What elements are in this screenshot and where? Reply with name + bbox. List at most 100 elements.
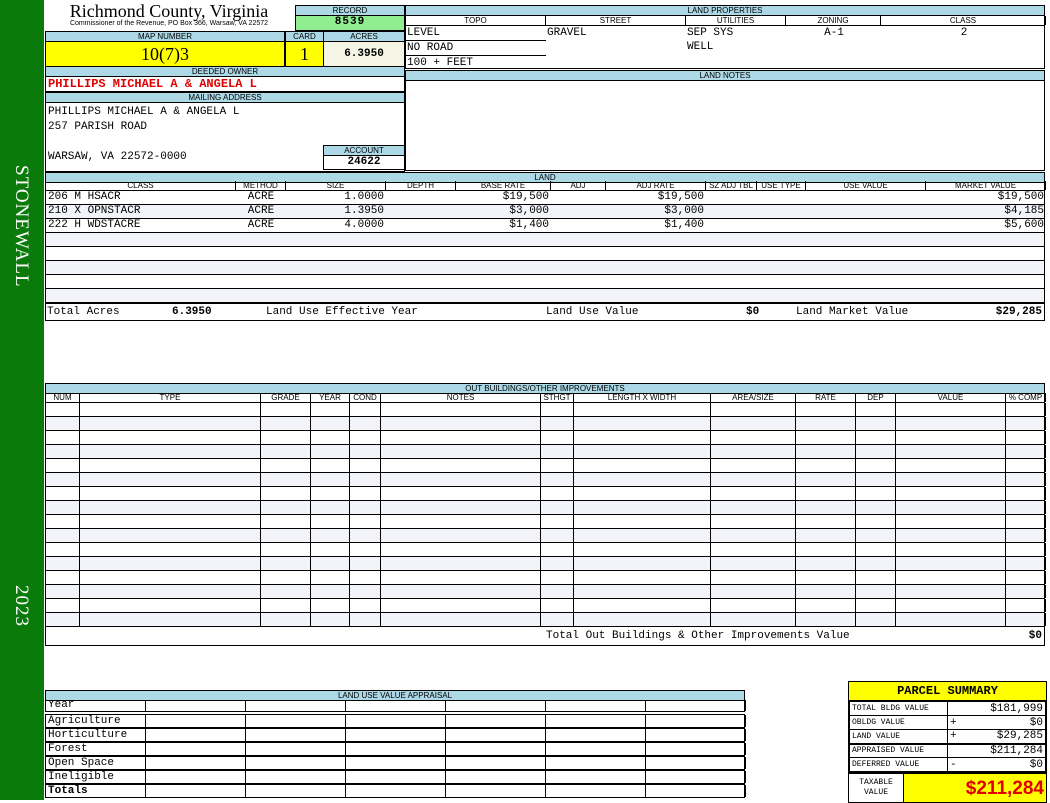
table-cell xyxy=(896,529,1006,542)
land-use-totals-row: Totals xyxy=(45,784,746,798)
table-cell xyxy=(856,459,896,472)
table-cell: $19,500 xyxy=(657,191,704,203)
table-cell xyxy=(146,700,246,711)
table-cell xyxy=(551,247,606,260)
table-cell xyxy=(381,571,541,584)
table-cell xyxy=(246,700,346,711)
table-cell xyxy=(46,403,80,416)
table-cell xyxy=(711,417,796,430)
table-cell xyxy=(551,191,606,204)
table-cell xyxy=(261,613,311,626)
table-cell xyxy=(80,487,261,500)
map-number-box: MAP NUMBER 10(7)3 xyxy=(45,31,285,67)
table-cell xyxy=(574,473,711,486)
table-cell xyxy=(80,529,261,542)
table-cell xyxy=(261,557,311,570)
table-cell xyxy=(896,515,1006,528)
table-cell xyxy=(711,571,796,584)
table-cell xyxy=(1006,445,1046,458)
table-cell xyxy=(896,487,1006,500)
summary-value-cell: + $29,285 xyxy=(947,729,1046,744)
table-cell xyxy=(896,473,1006,486)
table-cell xyxy=(386,219,456,232)
table-cell xyxy=(1006,543,1046,556)
table-row xyxy=(45,613,1046,627)
table-cell xyxy=(381,487,541,500)
table-cell xyxy=(311,501,350,514)
table-cell xyxy=(574,585,711,598)
table-cell xyxy=(757,191,806,204)
table-cell xyxy=(346,785,446,797)
table-cell xyxy=(311,599,350,612)
table-cell xyxy=(541,599,574,612)
table-cell xyxy=(796,473,856,486)
outbuildings-total: Total Out Buildings & Other Improvements… xyxy=(45,627,1045,646)
table-cell xyxy=(896,613,1006,626)
table-cell xyxy=(1006,501,1046,514)
land-properties-col-utilities: UTILITIES xyxy=(686,16,786,25)
table-cell xyxy=(346,771,446,783)
table-cell xyxy=(46,529,80,542)
column-header: VALUE xyxy=(896,393,1006,402)
table-cell xyxy=(896,403,1006,416)
column-header: ADJ RATE xyxy=(606,181,706,190)
table-cell xyxy=(646,771,746,783)
land-use-row: Agriculture xyxy=(45,714,746,728)
column-header: COND xyxy=(350,393,381,402)
outbuildings-total-value: $0 xyxy=(1028,630,1042,642)
table-cell xyxy=(856,543,896,556)
table-cell xyxy=(711,501,796,514)
table-cell xyxy=(46,473,80,486)
table-cell xyxy=(311,543,350,556)
column-header: STHGT xyxy=(541,393,574,402)
table-cell xyxy=(236,261,286,274)
table-cell xyxy=(856,487,896,500)
account-label: ACCOUNT xyxy=(323,145,405,156)
table-cell xyxy=(546,729,646,741)
table-cell xyxy=(236,247,286,260)
table-cell xyxy=(381,417,541,430)
table-cell xyxy=(311,431,350,444)
column-header: % COMP xyxy=(1006,393,1046,402)
table-cell xyxy=(796,417,856,430)
parcel-summary-row: APPRAISED VALUE $211,284 xyxy=(849,743,1046,758)
table-cell xyxy=(551,289,606,302)
land-properties-street: GRAVEL xyxy=(546,26,686,40)
table-cell xyxy=(286,261,386,274)
topo-value: NO ROAD xyxy=(406,41,546,56)
row-label: Totals xyxy=(46,785,146,797)
column-header: SIZE xyxy=(286,181,386,190)
table-row xyxy=(45,585,1046,599)
table-cell xyxy=(757,247,806,260)
column-header: GRADE xyxy=(261,393,311,402)
land-properties-class: 2 xyxy=(881,26,1046,40)
table-cell xyxy=(806,289,926,302)
table-cell xyxy=(574,613,711,626)
table-cell xyxy=(711,473,796,486)
card-box: CARD 1 xyxy=(285,31,324,67)
table-cell xyxy=(551,233,606,246)
table-cell xyxy=(346,715,446,727)
table-cell xyxy=(46,501,80,514)
table-cell xyxy=(896,417,1006,430)
acres-label: ACRES xyxy=(323,31,405,42)
table-cell xyxy=(796,599,856,612)
table-cell xyxy=(541,557,574,570)
table-cell xyxy=(606,247,706,260)
tax-year: 2023 xyxy=(11,585,32,627)
table-cell xyxy=(146,771,246,783)
table-cell xyxy=(446,700,546,711)
table-cell xyxy=(711,529,796,542)
table-cell xyxy=(541,459,574,472)
table-cell xyxy=(311,459,350,472)
table-cell xyxy=(606,261,706,274)
table-cell xyxy=(386,289,456,302)
table-cell xyxy=(386,261,456,274)
table-row xyxy=(45,571,1046,585)
table-cell xyxy=(146,757,246,769)
table-cell xyxy=(80,403,261,416)
column-header: AREA/SIZE xyxy=(711,393,796,402)
table-row xyxy=(45,289,1045,303)
table-cell xyxy=(574,599,711,612)
table-row xyxy=(45,247,1045,261)
